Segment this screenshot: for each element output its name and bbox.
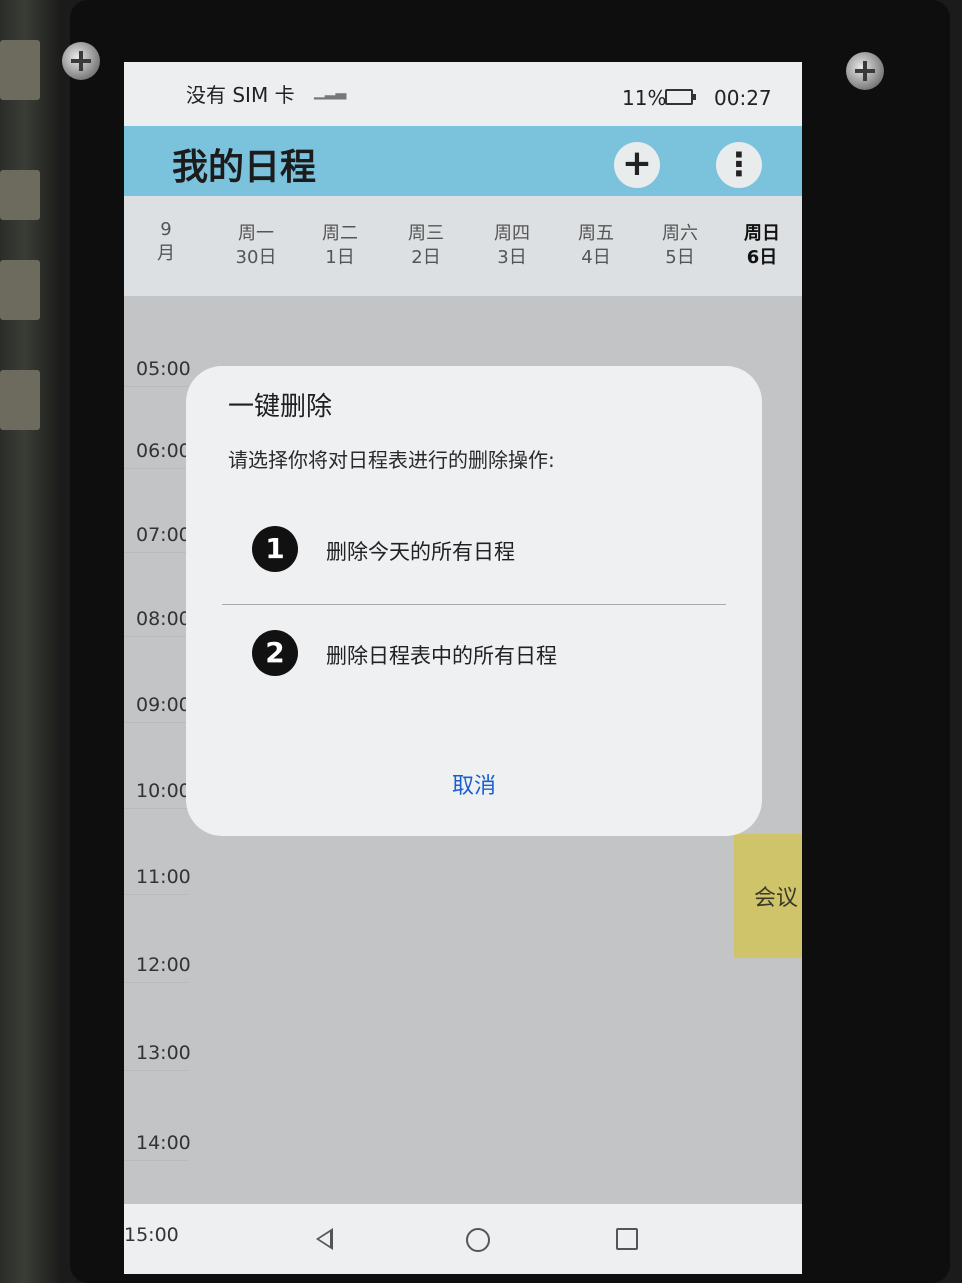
hour-label: 09:00 — [136, 694, 191, 716]
carrier-text: 没有 SIM 卡 — [186, 83, 295, 107]
date-label: 5日 — [665, 247, 695, 268]
day-column-header[interactable]: 周五 4日 — [566, 222, 626, 270]
hour-divider — [124, 894, 188, 895]
more-options-button[interactable]: ⋮ — [716, 142, 762, 188]
date-label: 3日 — [497, 247, 527, 268]
day-column-header[interactable]: 周三 2日 — [396, 222, 456, 270]
hour-divider — [124, 468, 188, 469]
screw-icon — [846, 52, 884, 90]
delete-today-option[interactable]: 1 删除今天的所有日程 — [222, 504, 726, 594]
weekday-label: 周日 — [744, 223, 780, 244]
hour-divider — [124, 808, 188, 809]
battery-percent: 11% — [622, 86, 667, 110]
hour-label: 13:00 — [136, 1042, 191, 1064]
home-icon[interactable] — [466, 1228, 490, 1252]
clock: 00:27 — [714, 86, 772, 110]
plus-icon: + — [621, 143, 653, 184]
day-column-header[interactable]: 周四 3日 — [482, 222, 542, 270]
date-label: 2日 — [411, 247, 441, 268]
status-bar: 没有 SIM 卡 ▁▂▃ 11% 00:27 — [124, 62, 802, 126]
week-header: 9 月 周一 30日 周二 1日 周三 2日 周四 3日 周五 4日 周六 5日… — [124, 196, 802, 296]
weekday-label: 周三 — [408, 223, 444, 244]
date-label: 6日 — [746, 247, 778, 268]
hour-label: 07:00 — [136, 524, 191, 546]
delete-dialog: 一键删除 请选择你将对日程表进行的删除操作: 1 删除今天的所有日程 2 删除日… — [186, 366, 762, 836]
more-vertical-icon: ⋮ — [723, 145, 755, 183]
date-label: 4日 — [581, 247, 611, 268]
hour-label: 12:00 — [136, 954, 191, 976]
hour-divider — [124, 1160, 188, 1161]
hour-divider — [124, 552, 188, 553]
month-label: 9 月 — [157, 219, 175, 264]
hour-label: 05:00 — [136, 358, 191, 380]
divider — [222, 604, 726, 605]
phone-screen: 没有 SIM 卡 ▁▂▃ 11% 00:27 我的日程 + ⋮ 9 月 周一 3… — [124, 62, 802, 1274]
hour-label: 10:00 — [136, 780, 191, 802]
circuit-board — [0, 0, 60, 1283]
weekday-label: 周五 — [578, 223, 614, 244]
hour-label: 06:00 — [136, 440, 191, 462]
weekday-label: 周六 — [662, 223, 698, 244]
option-label: 删除今天的所有日程 — [326, 540, 515, 564]
battery-icon — [665, 89, 696, 105]
system-nav-bar: 15:00 — [124, 1204, 802, 1274]
number-one-icon: 1 — [252, 526, 298, 572]
app-bar: 我的日程 + ⋮ — [124, 126, 802, 196]
dialog-message: 请选择你将对日程表进行的删除操作: — [228, 448, 555, 472]
hour-label: 08:00 — [136, 608, 191, 630]
hour-divider — [124, 982, 188, 983]
cancel-button[interactable]: 取消 — [424, 768, 524, 800]
board-component — [0, 170, 40, 220]
day-column-header-today[interactable]: 周日 6日 — [732, 222, 792, 270]
back-icon[interactable] — [316, 1228, 333, 1250]
screw-icon — [62, 42, 100, 80]
board-component — [0, 370, 40, 430]
hour-label: 11:00 — [136, 866, 191, 888]
board-component — [0, 260, 40, 320]
date-label: 30日 — [235, 247, 277, 268]
weekday-label: 周一 — [238, 223, 274, 244]
delete-all-option[interactable]: 2 删除日程表中的所有日程 — [222, 608, 726, 698]
hour-divider — [124, 636, 188, 637]
date-label: 1日 — [325, 247, 355, 268]
add-schedule-button[interactable]: + — [614, 142, 660, 188]
number-two-icon: 2 — [252, 630, 298, 676]
hour-divider — [124, 1070, 188, 1071]
recent-apps-icon[interactable] — [616, 1228, 638, 1250]
option-label: 删除日程表中的所有日程 — [326, 644, 557, 668]
day-column-header[interactable]: 周二 1日 — [310, 222, 370, 270]
day-column-header[interactable]: 周一 30日 — [226, 222, 286, 270]
hour-label: 14:00 — [136, 1132, 191, 1154]
event-title: 会议 — [753, 886, 798, 911]
hour-divider — [124, 386, 188, 387]
hour-divider — [124, 722, 188, 723]
board-component — [0, 40, 40, 100]
day-column-header[interactable]: 周六 5日 — [650, 222, 710, 270]
page-title: 我的日程 — [172, 147, 317, 188]
event-block[interactable]: 会议 — [734, 834, 802, 958]
weekday-label: 周二 — [322, 223, 358, 244]
weekday-label: 周四 — [494, 223, 530, 244]
signal-icon: ▁▂▃ — [314, 84, 347, 100]
dialog-title: 一键删除 — [228, 392, 333, 422]
hour-label: 15:00 — [124, 1224, 179, 1246]
